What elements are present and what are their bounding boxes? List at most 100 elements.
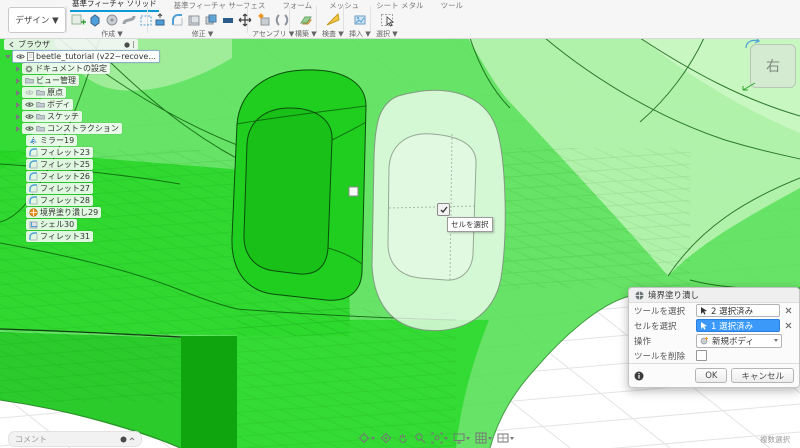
extrude-button[interactable] (87, 12, 103, 28)
browser-item-fillet25[interactable]: フィレット25 (26, 159, 138, 170)
joint-button[interactable] (274, 12, 290, 28)
create-sketch-button[interactable] (70, 12, 86, 28)
browser-header[interactable]: ブラウザ (4, 39, 138, 50)
browser-item-construction[interactable]: コンストラクション (16, 123, 138, 134)
cell-select-chip[interactable]: 1 選択済み (696, 319, 780, 332)
chevron-up-icon[interactable] (129, 436, 135, 442)
orbit-button[interactable] (358, 432, 375, 444)
tab-surface[interactable]: 基準フィーチャ サーフェス (172, 0, 268, 12)
insert-group-label[interactable]: 挿入 ▼ (349, 29, 371, 39)
fit-button[interactable] (431, 432, 448, 444)
remove-tools-row: ツールを削除 (629, 348, 799, 363)
measure-icon (326, 12, 340, 26)
browser-item-fillet31[interactable]: フィレット31 (26, 231, 138, 242)
look-at-button[interactable] (380, 432, 392, 444)
item-label: シェル30 (40, 220, 75, 229)
browser-root-row[interactable]: beetle_tutorial (v22~recove... (5, 50, 160, 63)
dialog-titlebar[interactable]: 境界塗り潰し (629, 288, 799, 303)
expand-arrow-icon[interactable] (16, 125, 20, 132)
construction-plane-button[interactable] (298, 12, 314, 28)
new-component-button[interactable] (257, 12, 273, 28)
cursor-tooltip: セルを選択 (447, 217, 493, 232)
move-copy-button[interactable] (237, 12, 253, 28)
fit-view-icon (431, 432, 443, 444)
tab-tools[interactable]: ツール (439, 0, 466, 12)
expand-arrow-icon[interactable] (16, 89, 20, 96)
visibility-eye-icon[interactable] (25, 125, 34, 132)
item-label: ドキュメントの設定 (35, 64, 107, 73)
inspect-group-label[interactable]: 検査 ▼ (322, 29, 344, 39)
tab-form[interactable]: フォーム (280, 0, 314, 12)
press-pull-button[interactable] (152, 12, 168, 28)
tab-mesh[interactable]: メッシュ (327, 0, 361, 12)
expand-arrow-icon[interactable] (16, 113, 20, 120)
view-cube[interactable]: 右 (742, 37, 796, 91)
browser-filter-icon[interactable] (124, 41, 130, 48)
tab-sheetmetal[interactable]: シート メタル (374, 0, 425, 12)
item-label: 境界塗り潰し29 (40, 208, 99, 217)
offset-face-button[interactable] (220, 12, 236, 28)
design-workspace-button[interactable]: デザイン ▼ (8, 7, 66, 33)
document-name: beetle_tutorial (v22~recove... (36, 52, 156, 61)
select-cursor-icon (701, 307, 707, 315)
browser-item-mirror19[interactable]: ミラー19 (26, 135, 138, 146)
combine-icon (205, 14, 217, 25)
browser-collapse-icon[interactable] (8, 41, 15, 48)
insert-canvas-button[interactable] (352, 12, 368, 28)
grid-snaps-button[interactable] (475, 432, 492, 444)
browser-resize-handle[interactable] (133, 41, 134, 48)
assemble-group-label[interactable]: アセンブリ ▼ (252, 29, 294, 39)
operation-dropdown[interactable]: 新規ボディ (696, 333, 782, 348)
visibility-eye-icon[interactable] (25, 113, 34, 120)
expand-arrow-icon[interactable] (5, 54, 11, 59)
tab-solid[interactable]: 基準フィーチャ ソリッド (70, 0, 159, 12)
document-icon (27, 52, 34, 61)
browser-item-origin[interactable]: 原点 (16, 87, 138, 98)
tool-select-chip[interactable]: 2 選択済み (696, 304, 780, 317)
close-icon (785, 322, 791, 329)
cancel-button[interactable]: キャンセル (731, 368, 794, 383)
pan-button[interactable] (397, 432, 409, 444)
select-tool-button[interactable] (379, 12, 395, 28)
construct-group-label[interactable]: 構築 ▼ (295, 29, 317, 39)
browser-title: ブラウザ (18, 40, 50, 49)
expand-arrow-icon[interactable] (16, 65, 20, 72)
browser-item-fillet28[interactable]: フィレット28 (26, 195, 138, 206)
clear-cell-selection-button[interactable] (782, 320, 794, 331)
browser-item-boundary-fill29[interactable]: 境界塗り潰し29 (26, 207, 138, 218)
extrude-icon (90, 14, 100, 27)
shell-button[interactable] (186, 12, 202, 28)
create-group-label[interactable]: 作成 ▼ (101, 29, 123, 39)
expand-arrow-icon[interactable] (16, 101, 20, 108)
browser-item-sketches[interactable]: スケッチ (16, 111, 138, 122)
browser-item-fillet27[interactable]: フィレット27 (26, 183, 138, 194)
visibility-eye-icon[interactable] (25, 89, 34, 96)
ok-button[interactable]: OK (695, 368, 728, 383)
insert-group: 挿入 ▼ (349, 12, 371, 39)
fillet-button[interactable] (169, 12, 185, 28)
select-group-label[interactable]: 選択 ▼ (376, 29, 398, 39)
sweep-button[interactable] (121, 12, 137, 28)
zoom-button[interactable] (414, 432, 426, 444)
selection-cursor-icon (437, 203, 450, 216)
remove-tools-checkbox[interactable] (696, 350, 707, 361)
comment-bar[interactable]: コメント (8, 431, 142, 447)
expand-arrow-icon[interactable] (16, 77, 20, 84)
browser-item-bodies[interactable]: ボディ (16, 99, 138, 110)
browser-item-fillet26[interactable]: フィレット26 (26, 171, 138, 182)
browser-item-shell30[interactable]: シェル30 (26, 219, 138, 230)
browser-item-document-settings[interactable]: ドキュメントの設定 (16, 63, 138, 74)
visibility-eye-icon[interactable] (25, 101, 34, 108)
measure-button[interactable] (325, 12, 341, 28)
display-settings-button[interactable] (453, 432, 470, 444)
selection-point-marker (348, 186, 359, 197)
browser-item-named-views[interactable]: ビュー管理 (16, 75, 138, 86)
clear-tool-selection-button[interactable] (782, 305, 794, 316)
browser-item-fillet23[interactable]: フィレット23 (26, 147, 138, 158)
modify-group-label[interactable]: 修正 ▼ (192, 29, 214, 39)
info-icon[interactable] (634, 371, 644, 381)
viewports-button[interactable] (497, 432, 514, 444)
visibility-eye-icon[interactable] (16, 53, 25, 60)
combine-button[interactable] (203, 12, 219, 28)
revolve-button[interactable] (104, 12, 120, 28)
